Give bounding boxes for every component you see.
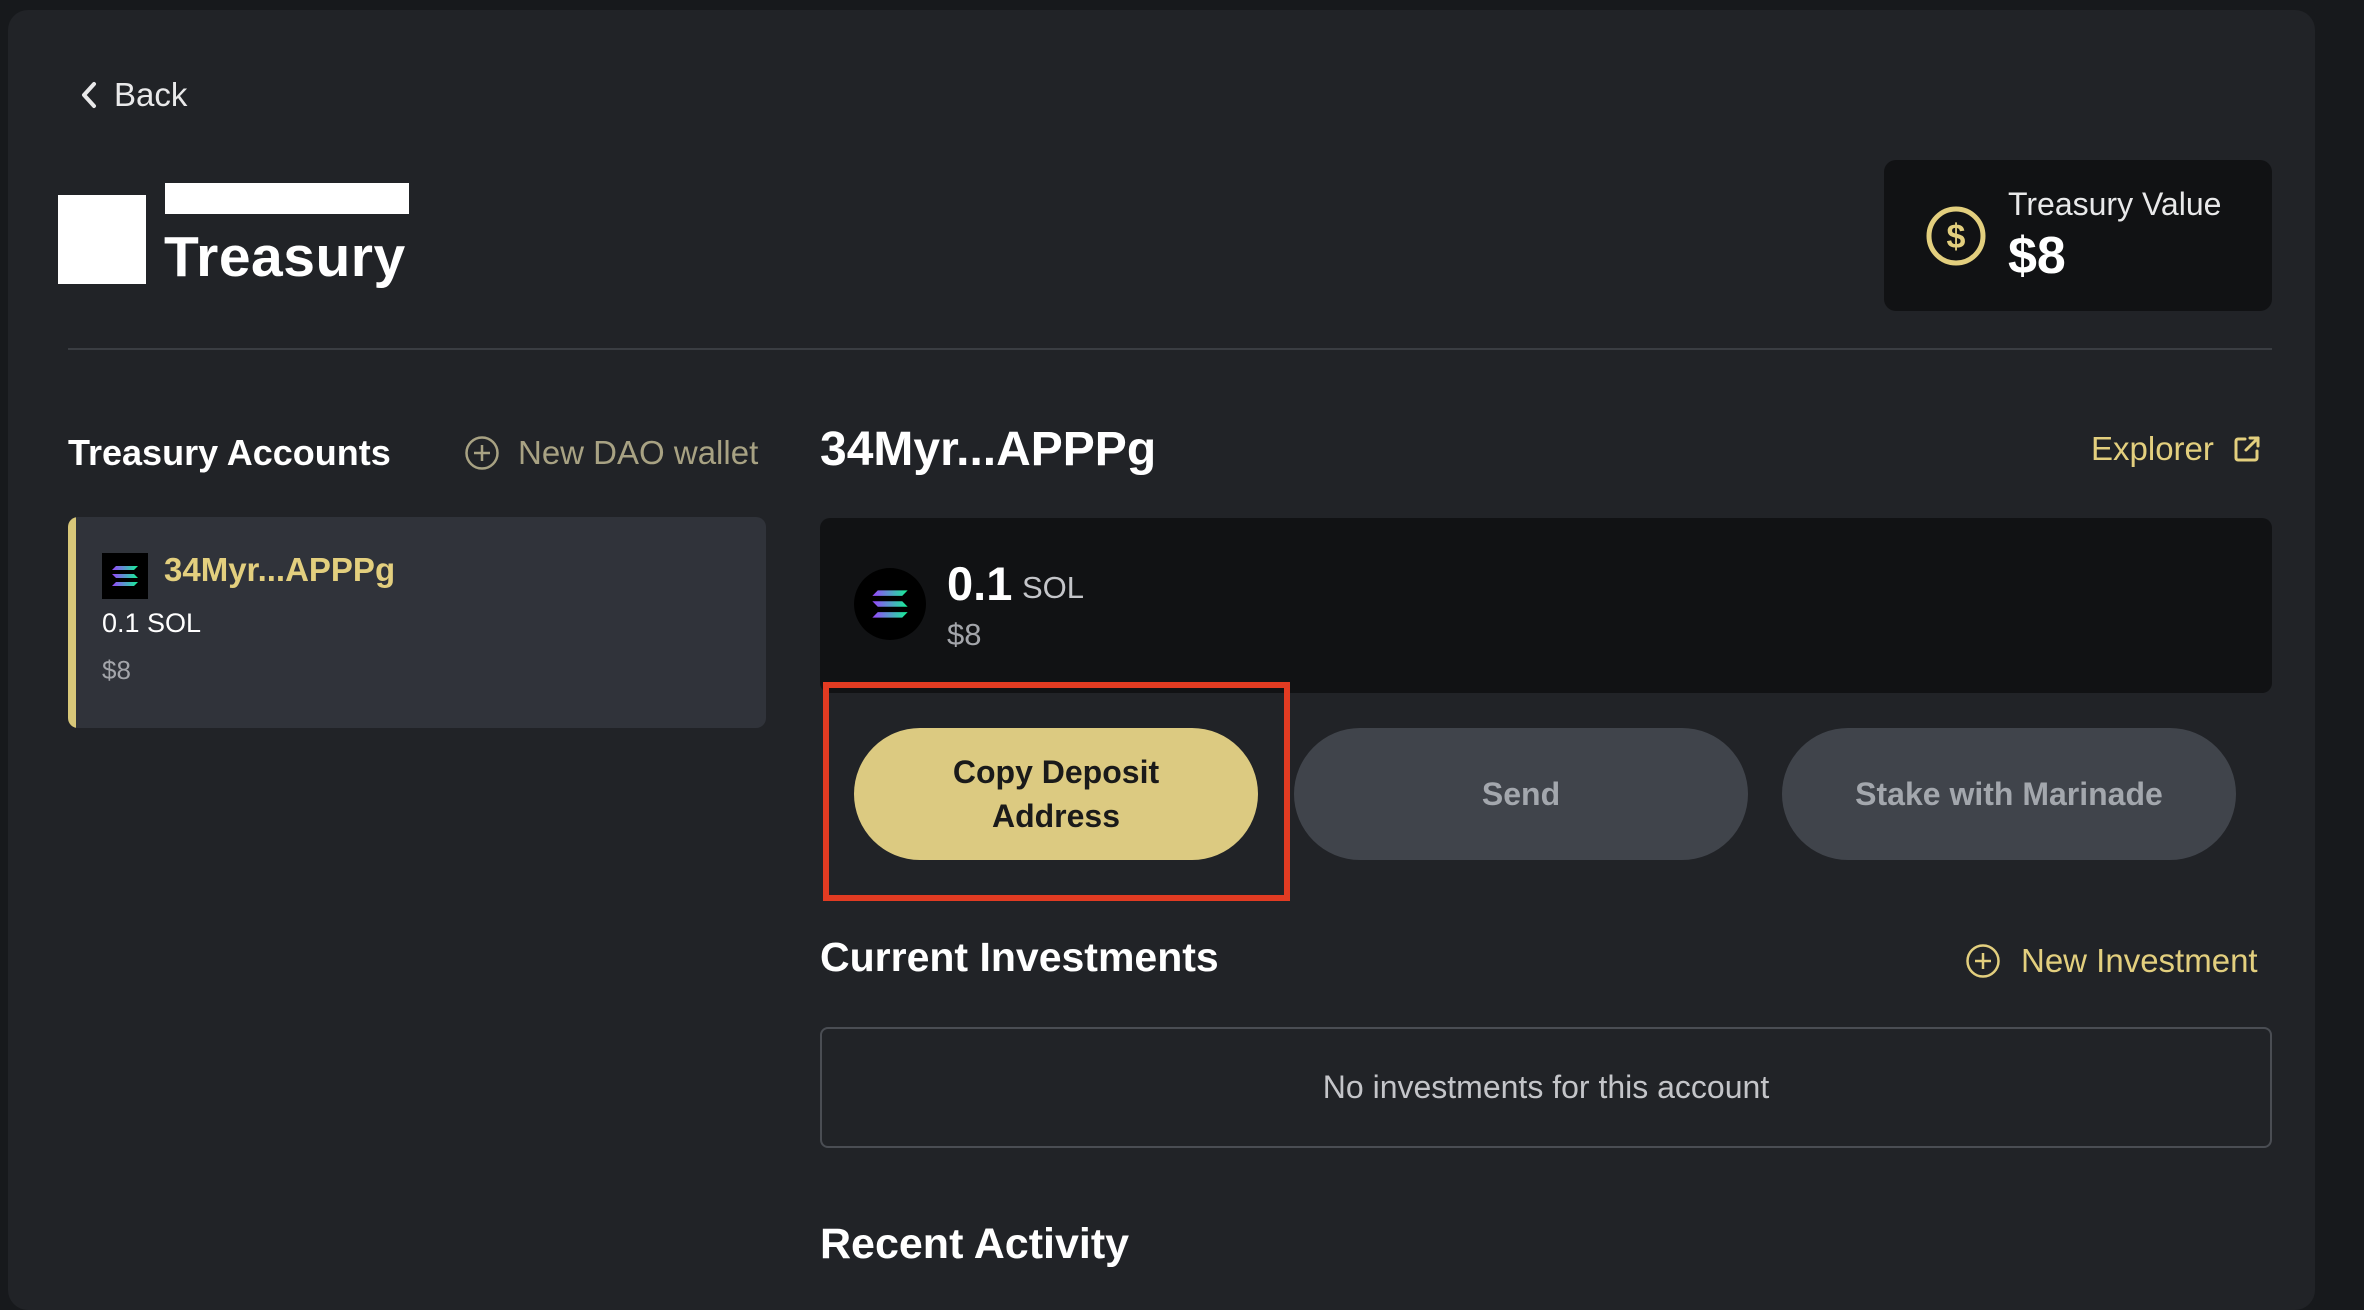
plus-circle-icon — [465, 436, 499, 470]
solana-icon — [102, 553, 148, 599]
solana-icon — [854, 568, 926, 640]
chevron-left-icon — [82, 82, 96, 108]
recent-activity-title: Recent Activity — [820, 1220, 1130, 1268]
token-amount: 0.1 — [947, 557, 1013, 610]
account-balance: 0.1 SOL — [102, 608, 202, 638]
page-title: Treasury — [164, 225, 406, 289]
new-dao-wallet-label: New DAO wallet — [518, 434, 759, 471]
account-usd-value: $8 — [102, 655, 131, 685]
explorer-label: Explorer — [2091, 430, 2214, 467]
header-divider — [68, 348, 2272, 350]
current-investments-title: Current Investments — [820, 934, 1219, 980]
token-symbol: SOL — [1022, 570, 1085, 605]
sidebar-account-item[interactable]: 34Myr...APPPg 0.1 SOL $8 — [68, 517, 766, 728]
explorer-link[interactable]: Explorer — [2091, 430, 2262, 468]
new-investment-label: New Investment — [2021, 942, 2258, 979]
external-link-icon — [2234, 436, 2260, 462]
send-button[interactable]: Send — [1294, 728, 1748, 860]
investments-empty-state: No investments for this account — [820, 1027, 2272, 1148]
treasury-value-label: Treasury Value — [2008, 186, 2222, 222]
dollar-coin-icon: $ — [1926, 206, 1986, 266]
back-label: Back — [114, 76, 188, 113]
dao-logo — [58, 195, 146, 284]
token-balance-row: 0.1 SOL $8 — [820, 518, 2272, 693]
svg-text:$: $ — [1947, 218, 1966, 256]
new-investment-button[interactable]: New Investment — [1965, 942, 2258, 980]
treasury-value-amount: $8 — [2008, 227, 2066, 285]
redacted-dao-name — [165, 183, 409, 214]
treasury-panel: Back Treasury $ Treasury Value $8 Treasu… — [8, 10, 2315, 1310]
account-heading: 34Myr...APPPg — [820, 423, 1157, 476]
plus-circle-icon — [1966, 944, 2000, 978]
treasury-accounts-title: Treasury Accounts — [68, 432, 391, 473]
back-button[interactable]: Back — [78, 76, 187, 114]
highlight-box — [823, 682, 1290, 901]
treasury-value-card: $ Treasury Value $8 — [1884, 160, 2272, 311]
stake-with-marinade-button[interactable]: Stake with Marinade — [1782, 728, 2236, 860]
new-dao-wallet-button[interactable]: New DAO wallet — [464, 434, 758, 472]
account-name: 34Myr...APPPg — [164, 551, 396, 588]
token-usd-value: $8 — [947, 617, 982, 652]
selected-indicator — [68, 517, 76, 728]
